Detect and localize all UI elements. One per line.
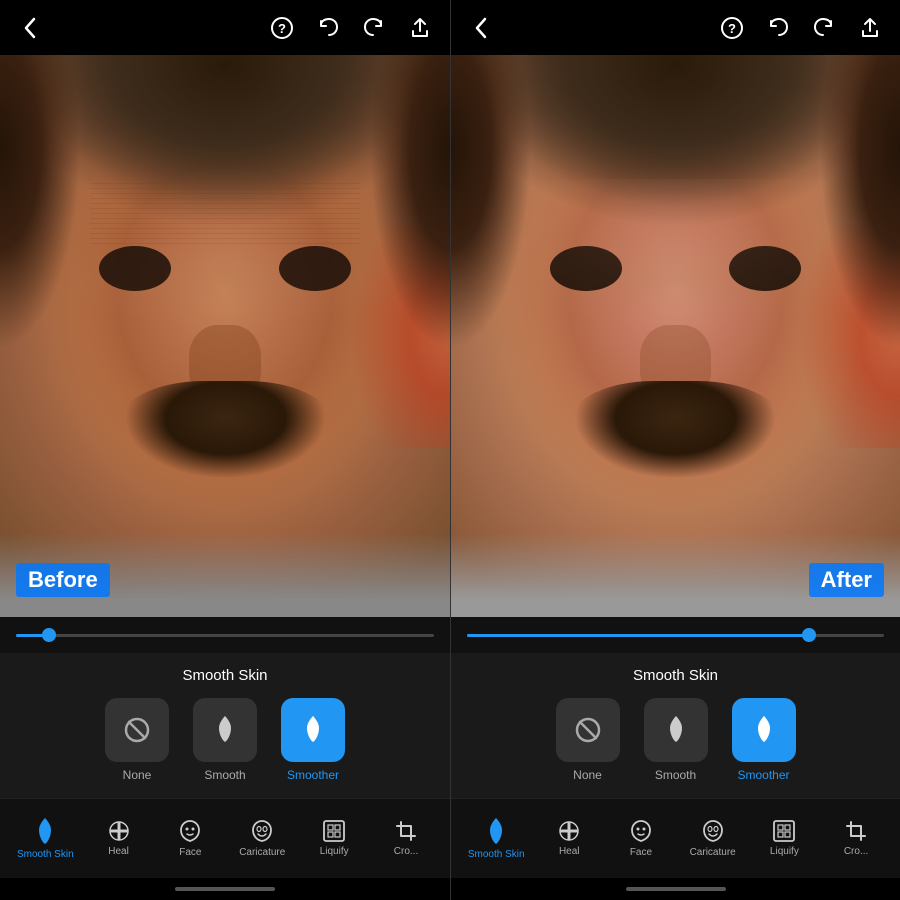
smooth-skin-icon-before [33,817,57,845]
slider-after[interactable] [451,617,900,653]
tool-caricature-label-before: Caricature [239,847,285,858]
help-button-after[interactable]: ? [718,14,746,42]
undo-button-after[interactable] [764,14,792,42]
home-bar-line-after [626,887,726,891]
svg-text:?: ? [728,21,736,36]
before-label: Before [16,563,110,597]
crop-icon-after [845,820,867,842]
bottom-toolbar-before: Smooth Skin Heal Face [0,798,450,878]
option-smooth-label-after: Smooth [655,768,696,782]
tool-smooth-skin-after[interactable]: Smooth Skin [468,817,525,860]
face-icon-before [179,819,201,843]
option-none-after[interactable]: None [556,698,620,782]
options-buttons-after: None Smooth Smoother [467,698,884,782]
tool-liquify-after[interactable]: Liquify [757,820,811,857]
tool-face-label-before: Face [179,847,201,858]
options-panel-before: Smooth Skin None Smooth [0,653,450,798]
option-smoother-before[interactable]: Smoother [281,698,345,782]
tool-heal-after[interactable]: Heal [542,820,596,857]
back-button[interactable] [16,14,44,42]
after-label: After [809,563,884,597]
tool-crop-label-before: Cro... [394,846,418,857]
top-bar-left-after [467,14,495,42]
tool-liquify-before[interactable]: Liquify [307,820,361,857]
home-bar-after [451,878,900,900]
tool-crop-label-after: Cro... [844,846,868,857]
undo-button[interactable] [314,14,342,42]
option-smoother-icon-box-after [732,698,796,762]
tool-heal-before[interactable]: Heal [92,820,146,857]
options-title-after: Smooth Skin [467,667,884,684]
options-buttons-before: None Smooth Smoother [16,698,434,782]
top-bar-right-before: ? [268,14,434,42]
bottom-toolbar-after: Smooth Skin Heal Face [451,798,900,878]
face-image-before [0,55,450,617]
option-smoother-after[interactable]: Smoother [732,698,796,782]
slider-thumb-after[interactable] [802,628,816,642]
face-icon-after [630,819,652,843]
heal-icon-before [108,820,130,842]
smooth-skin-icon-after [484,817,508,845]
tool-caricature-after[interactable]: Caricature [686,819,740,858]
caricature-icon-after [702,819,724,843]
share-button[interactable] [406,14,434,42]
tool-crop-before[interactable]: Cro... [379,820,433,857]
home-bar-before [0,878,450,900]
option-smooth-before[interactable]: Smooth [193,698,257,782]
redo-button-after[interactable] [810,14,838,42]
share-button-after[interactable] [856,14,884,42]
slider-before[interactable] [0,617,450,653]
option-smooth-icon-box-before [193,698,257,762]
tool-face-label-after: Face [630,847,652,858]
crop-icon-before [395,820,417,842]
options-title-before: Smooth Skin [16,667,434,684]
redo-button[interactable] [360,14,388,42]
option-none-label-after: None [573,768,602,782]
tool-caricature-label-after: Caricature [690,847,736,858]
tool-smooth-skin-label-before: Smooth Skin [17,849,74,860]
top-bar-left-before [16,14,44,42]
photo-before: Before [0,55,450,617]
tool-smooth-skin-before[interactable]: Smooth Skin [17,817,74,860]
caricature-icon-before [251,819,273,843]
options-panel-after: Smooth Skin None Smooth [451,653,900,798]
tool-face-after[interactable]: Face [614,819,668,858]
option-smoother-icon-box-before [281,698,345,762]
top-bar-after: ? [451,0,900,55]
option-smooth-after[interactable]: Smooth [644,698,708,782]
tool-liquify-label-before: Liquify [320,846,349,857]
top-bar-before: ? [0,0,450,55]
tool-crop-after[interactable]: Cro... [829,820,883,857]
home-bar-line-before [175,887,275,891]
top-bar-right-after: ? [718,14,884,42]
svg-text:?: ? [278,21,286,36]
tool-liquify-label-after: Liquify [770,846,799,857]
back-button-after[interactable] [467,14,495,42]
tool-heal-label-after: Heal [559,846,580,857]
tool-caricature-before[interactable]: Caricature [235,819,289,858]
option-none-before[interactable]: None [105,698,169,782]
option-none-icon-box-after [556,698,620,762]
slider-thumb-before[interactable] [42,628,56,642]
face-image-after [451,55,900,617]
tool-face-before[interactable]: Face [163,819,217,858]
liquify-icon-before [323,820,345,842]
option-smooth-label-before: Smooth [204,768,245,782]
heal-icon-after [558,820,580,842]
slider-fill-after [467,634,809,637]
option-smooth-icon-box-after [644,698,708,762]
photo-after: After [451,55,900,617]
option-smoother-label-after: Smoother [737,768,789,782]
slider-track-after[interactable] [467,634,884,637]
after-panel: ? [450,0,900,900]
tool-heal-label-before: Heal [108,846,129,857]
tool-smooth-skin-label-after: Smooth Skin [468,849,525,860]
option-none-label-before: None [123,768,152,782]
help-button[interactable]: ? [268,14,296,42]
option-smoother-label-before: Smoother [287,768,339,782]
option-none-icon-box-before [105,698,169,762]
before-panel: ? [0,0,450,900]
liquify-icon-after [773,820,795,842]
slider-track-before[interactable] [16,634,434,637]
